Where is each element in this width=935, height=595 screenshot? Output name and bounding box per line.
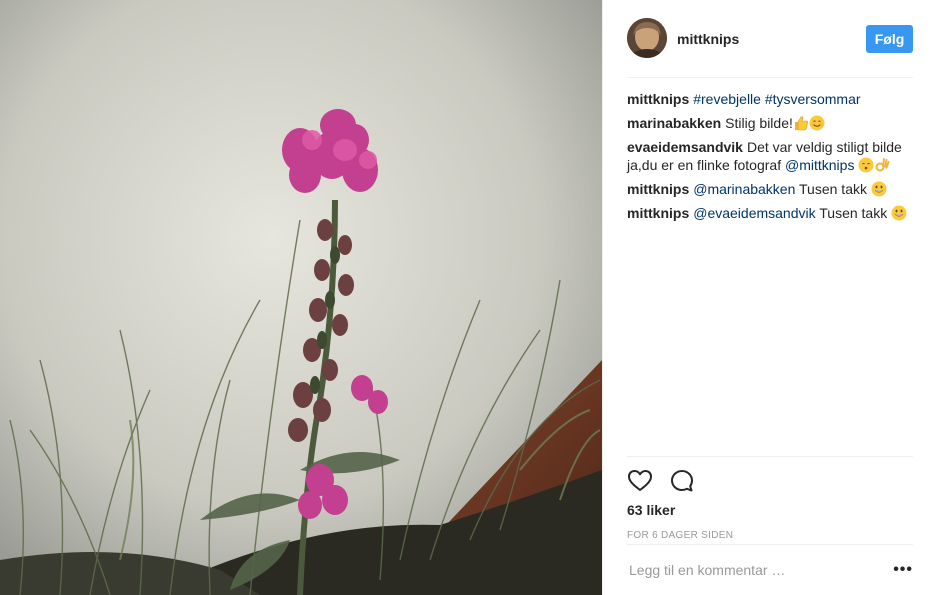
like-count[interactable]: 63 liker [627, 502, 913, 518]
follow-button[interactable]: Følg [866, 25, 913, 53]
comment-item: evaeidemsandvik Det var veldig stiligt bi… [627, 138, 913, 174]
heart-icon[interactable] [627, 468, 653, 494]
actions-section: 63 liker FOR 6 DAGER SIDEN [627, 456, 913, 541]
post-sidebar: mittknips Følg mittknips #revebjelle #tys… [602, 0, 935, 595]
comment-item: marinabakken Stilig bilde! [627, 114, 913, 132]
mention-link[interactable]: @mittknips [785, 157, 854, 173]
comment-bubble-icon[interactable] [669, 468, 695, 494]
comment-item: mittknips @marinabakken Tusen takk [627, 180, 913, 198]
comment-author[interactable]: mittknips [627, 181, 689, 197]
comment-text: Tusen takk [795, 181, 871, 197]
kiss-emoji-icon [858, 157, 874, 173]
header-username[interactable]: mittknips [677, 31, 739, 47]
comment-input[interactable] [627, 562, 893, 578]
grin-emoji-icon [871, 181, 887, 197]
comment-item: mittknips @evaeidemsandvik Tusen takk [627, 204, 913, 222]
foxglove-photo [0, 0, 602, 595]
add-comment-bar: ••• [627, 544, 913, 595]
hashtag-link[interactable]: #tysversommar [765, 91, 861, 107]
comment-text: Stilig bilde! [725, 115, 793, 131]
action-icons [627, 468, 913, 494]
comment-item: mittknips #revebjelle #tysversommar [627, 90, 913, 108]
comment-author[interactable]: evaeidemsandvik [627, 139, 743, 155]
thumbs-up-icon [793, 115, 809, 131]
ok-hand-icon [874, 157, 890, 173]
avatar-photo [627, 18, 667, 58]
post-header: mittknips Følg [627, 18, 913, 78]
comment-list: mittknips #revebjelle #tysversommar marina… [627, 90, 913, 228]
post-container: mittknips Følg mittknips #revebjelle #tys… [0, 0, 935, 595]
more-options-button[interactable]: ••• [893, 561, 913, 579]
comment-author[interactable]: mittknips [627, 91, 689, 107]
post-photo[interactable] [0, 0, 602, 595]
grin-emoji-icon [891, 205, 907, 221]
post-timestamp: FOR 6 DAGER SIDEN [627, 530, 734, 541]
comment-author[interactable]: mittknips [627, 205, 689, 221]
hashtag-link[interactable]: #revebjelle [693, 91, 761, 107]
comment-text: Tusen takk [815, 205, 892, 221]
avatar[interactable] [627, 18, 667, 58]
comment-author[interactable]: marinabakken [627, 115, 721, 131]
mention-link[interactable]: @marinabakken [693, 181, 795, 197]
mention-link[interactable]: @evaeidemsandvik [693, 205, 815, 221]
smile-emoji-icon [809, 115, 825, 131]
